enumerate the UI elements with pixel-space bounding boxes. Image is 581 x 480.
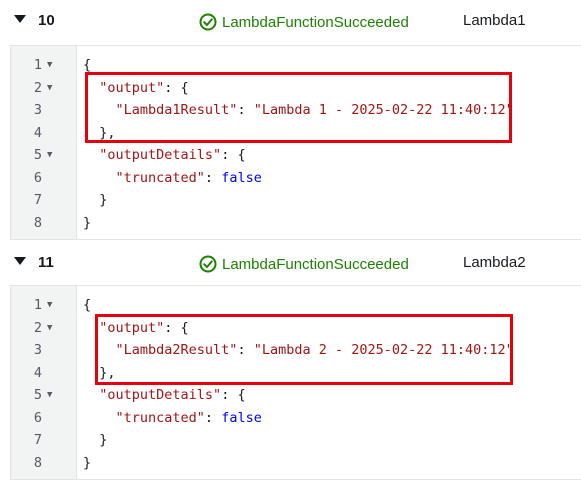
json-string: "Lambda 2 - 2025-02-22 11:40:12" [253, 342, 514, 358]
code-text: } [83, 452, 91, 474]
code-text: }, [83, 362, 116, 384]
check-circle-icon [199, 13, 217, 31]
json-boolean: false [221, 409, 262, 426]
line-number: 2 [33, 79, 42, 96]
code-text: { [83, 294, 91, 316]
json-punctuation: }, [99, 124, 116, 141]
line-number: 2 [33, 319, 42, 336]
json-punctuation: } [83, 214, 92, 231]
code-line: 2 ▼ "output": { [11, 317, 581, 339]
event-id: 10 [38, 12, 55, 29]
code-line: 4 }, [11, 122, 581, 144]
code-line: 1 ▼ { [11, 294, 581, 316]
line-number: 8 [33, 454, 42, 471]
json-key: "outputDetails" [99, 387, 222, 403]
line-number: 1 [33, 57, 42, 73]
json-code-viewer-10: 1 ▼{2 ▼ "output": {3 "Lambda1Result": "Lam… [10, 45, 581, 240]
line-number: 7 [33, 192, 42, 208]
event-id: 11 [38, 254, 54, 271]
json-punctuation: } [99, 432, 108, 448]
line-number: 7 [33, 432, 42, 448]
line-number: 5 [33, 147, 42, 163]
line-number: 6 [33, 169, 42, 186]
code-line: 7 } [11, 189, 581, 211]
line-number: 5 [33, 387, 42, 403]
code-line: 5 ▼ "outputDetails": { [11, 144, 581, 166]
json-string: "Lambda 1 - 2025-02-22 11:40:12" [253, 102, 514, 118]
code-text: "Lambda2Result": "Lambda 2 - 2025-02-22 … [83, 339, 514, 361]
line-number: 3 [33, 102, 42, 118]
json-punctuation: } [99, 192, 108, 208]
code-text: "outputDetails": { [83, 144, 246, 166]
code-line: 6 "truncated": false [11, 167, 581, 189]
event-status: LambdaFunctionSucceeded [199, 254, 409, 274]
fold-arrow-icon[interactable]: ▼ [47, 294, 52, 316]
json-punctuation: : { [164, 319, 189, 336]
json-punctuation: : { [221, 147, 246, 163]
event-row-10[interactable]: 10 LambdaFunctionSucceeded Lambda1 [0, 0, 581, 44]
code-text: } [83, 189, 107, 211]
json-punctuation: : { [221, 387, 246, 403]
json-key: "truncated" [115, 169, 205, 186]
code-line: 3 "Lambda2Result": "Lambda 2 - 2025-02-2… [11, 339, 581, 361]
json-punctuation: } [83, 454, 92, 471]
json-key: "truncated" [115, 409, 205, 426]
json-punctuation: : [237, 102, 254, 118]
json-boolean: false [221, 169, 262, 186]
code-line: 4 }, [11, 362, 581, 384]
fold-arrow-icon[interactable]: ▼ [47, 144, 52, 166]
json-punctuation: : [204, 409, 222, 426]
json-key: "output" [99, 79, 165, 96]
code-text: { [83, 54, 91, 76]
code-line: 3 "Lambda1Result": "Lambda 1 - 2025-02-2… [11, 99, 581, 121]
fold-arrow-icon[interactable]: ▼ [47, 384, 52, 406]
json-key: "outputDetails" [99, 147, 222, 163]
event-status: LambdaFunctionSucceeded [199, 12, 409, 32]
json-key: "Lambda2Result" [115, 342, 238, 358]
code-text: } [83, 212, 91, 234]
json-key: "Lambda1Result" [115, 102, 238, 118]
json-punctuation: : [237, 342, 254, 358]
caret-down-icon[interactable] [14, 15, 26, 23]
event-status-label: LambdaFunctionSucceeded [222, 13, 409, 31]
json-punctuation: }, [99, 364, 116, 381]
code-text: "Lambda1Result": "Lambda 1 - 2025-02-22 … [83, 99, 514, 121]
code-text: "truncated": false [83, 167, 262, 189]
code-line: 2 ▼ "output": { [11, 77, 581, 99]
json-key: "output" [99, 319, 165, 336]
check-circle-icon [199, 255, 217, 273]
json-punctuation: { [83, 297, 92, 313]
json-punctuation: { [83, 57, 92, 73]
code-text: "output": { [83, 77, 189, 99]
event-resource: Lambda1 [463, 12, 526, 29]
code-text: "outputDetails": { [83, 384, 246, 406]
code-line: 7 } [11, 429, 581, 451]
line-number: 3 [33, 342, 42, 358]
code-text: } [83, 429, 107, 451]
caret-down-icon[interactable] [14, 257, 26, 265]
line-number: 8 [33, 214, 42, 231]
event-row-11[interactable]: 11 LambdaFunctionSucceeded Lambda2 [0, 242, 581, 286]
code-line: 8} [11, 452, 581, 474]
code-line: 8} [11, 212, 581, 234]
code-line: 5 ▼ "outputDetails": { [11, 384, 581, 406]
fold-arrow-icon[interactable]: ▼ [47, 317, 52, 339]
code-line: 6 "truncated": false [11, 407, 581, 429]
line-number: 4 [33, 124, 42, 141]
json-punctuation: : [204, 169, 222, 186]
json-code-viewer-11: 1 ▼{2 ▼ "output": {3 "Lambda2Result": "Lam… [10, 285, 581, 480]
line-number: 4 [33, 364, 42, 381]
line-number: 1 [33, 297, 42, 313]
code-text: "truncated": false [83, 407, 262, 429]
event-status-label: LambdaFunctionSucceeded [222, 255, 409, 273]
fold-arrow-icon[interactable]: ▼ [47, 77, 52, 99]
fold-arrow-icon[interactable]: ▼ [47, 54, 52, 76]
event-resource: Lambda2 [463, 254, 526, 271]
line-number: 6 [33, 409, 42, 426]
code-line: 1 ▼ { [11, 54, 581, 76]
code-text: }, [83, 122, 116, 144]
json-punctuation: : { [164, 79, 189, 96]
code-text: "output": { [83, 317, 189, 339]
